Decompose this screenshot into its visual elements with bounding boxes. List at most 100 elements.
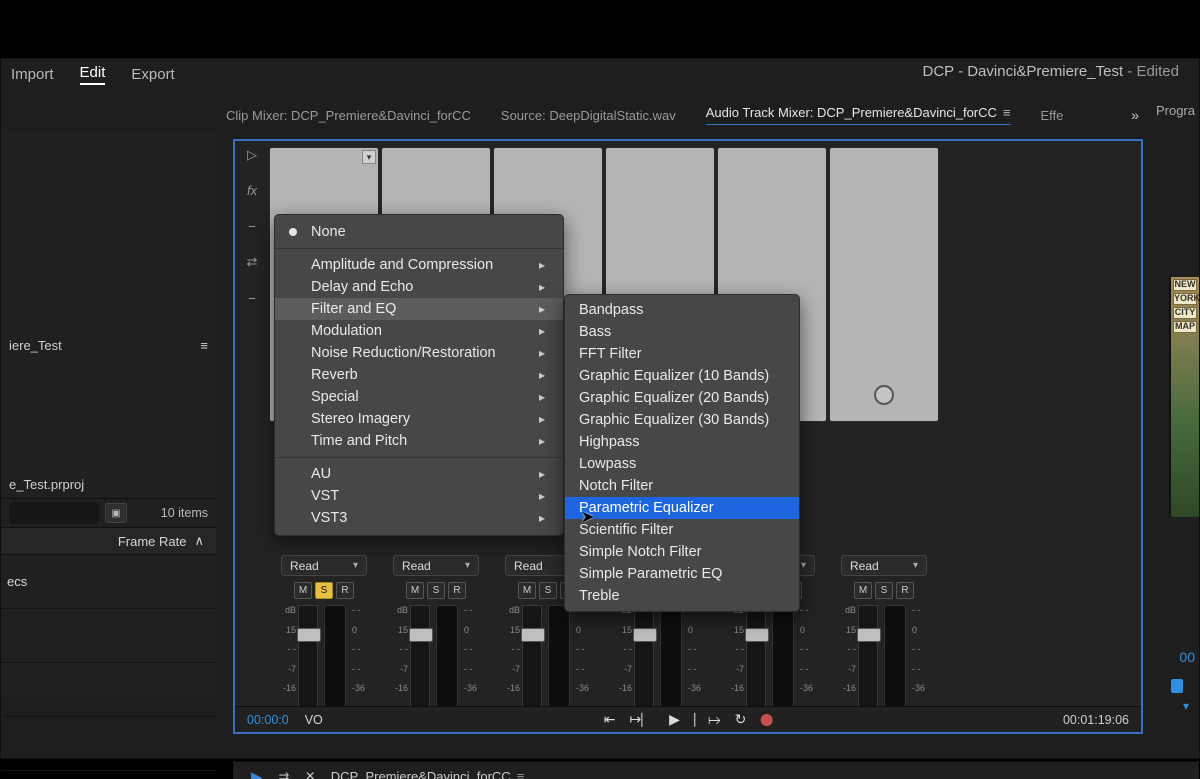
list-item[interactable] <box>1 663 216 717</box>
menu-item-au[interactable]: AU▸ <box>275 463 563 485</box>
submenu-arrow-icon: ▸ <box>513 368 545 382</box>
record-arm-button[interactable]: R <box>448 582 466 599</box>
column-header[interactable]: Frame Rate ∧ <box>1 527 216 555</box>
submenu-item[interactable]: Lowpass <box>565 453 799 475</box>
project-title: DCP - Davinci&Premiere_Test - Edited <box>923 63 1180 80</box>
volume-fader[interactable] <box>634 605 654 713</box>
submenu-item[interactable]: Simple Notch Filter <box>565 541 799 563</box>
menu-item[interactable]: Modulation▸ <box>275 320 563 342</box>
menu-item-vst[interactable]: VST▸ <box>275 485 563 507</box>
play-icon[interactable]: ▶ <box>669 711 680 728</box>
list-item[interactable] <box>1 717 216 771</box>
level-meter <box>324 605 346 713</box>
list-item[interactable]: Premiere to Davi <box>1 771 216 779</box>
selection-tool-icon[interactable]: ▶ <box>251 768 263 779</box>
tab-clip-mixer[interactable]: Clip Mixer: DCP_Premiere&Davinci_forCC <box>226 108 471 123</box>
show-sends-icon[interactable]: ▷ <box>247 147 257 163</box>
solo-button[interactable]: S <box>427 582 445 599</box>
mute-button[interactable]: M <box>406 582 424 599</box>
submenu-item[interactable]: FFT Filter <box>565 343 799 365</box>
list-item[interactable]: ecs <box>1 555 216 609</box>
submenu-item[interactable]: Notch Filter <box>565 475 799 497</box>
channel-strip: Read▾ M S R dB15- --7-16-∞ - -0- -- --36… <box>269 555 379 765</box>
volume-fader[interactable] <box>298 605 318 713</box>
automation-mode-dropdown[interactable]: Read▾ <box>393 555 479 576</box>
fader-handle[interactable] <box>521 628 545 642</box>
menu-item-filter-eq[interactable]: Filter and EQ▸ <box>275 298 563 320</box>
tab-effects[interactable]: Effe <box>1041 108 1064 123</box>
solo-button[interactable]: S <box>315 582 333 599</box>
solo-button[interactable]: S <box>875 582 893 599</box>
solo-button[interactable]: S <box>539 582 557 599</box>
tab-edit[interactable]: Edit <box>80 64 106 85</box>
volume-fader[interactable] <box>410 605 430 713</box>
sequence-menu-icon[interactable]: ≡ <box>517 769 525 779</box>
new-bin-icon[interactable]: ▣ <box>105 503 127 523</box>
bin-name[interactable]: iere_Test <box>9 338 62 353</box>
tab-export[interactable]: Export <box>131 66 174 83</box>
sends-icon[interactable]: ⇄ <box>247 254 258 270</box>
record-arm-button[interactable]: R <box>896 582 914 599</box>
menu-item-none[interactable]: None <box>275 221 563 243</box>
channel-slot[interactable] <box>829 147 939 422</box>
timecode-in[interactable]: 00:00:0 <box>247 713 289 727</box>
project-search-input[interactable] <box>9 502 99 524</box>
close-sequence-icon[interactable]: × <box>305 768 314 779</box>
menu-separator <box>275 457 563 458</box>
submenu-item[interactable]: Graphic Equalizer (30 Bands) <box>565 409 799 431</box>
volume-fader[interactable] <box>746 605 766 713</box>
fx-icon[interactable]: fx <box>247 183 257 198</box>
sort-up-icon[interactable]: ∧ <box>194 533 204 549</box>
tab-audio-track-mixer[interactable]: Audio Track Mixer: DCP_Premiere&Davinci_… <box>706 105 1011 125</box>
loop-icon[interactable]: ↻ <box>735 711 747 728</box>
fader-handle[interactable] <box>633 628 657 642</box>
submenu-item[interactable]: Bass <box>565 321 799 343</box>
submenu-item[interactable]: Bandpass <box>565 299 799 321</box>
record-icon[interactable] <box>760 714 772 726</box>
list-item[interactable] <box>1 609 216 663</box>
menu-item[interactable]: Amplitude and Compression▸ <box>275 254 563 276</box>
submenu-arrow-icon: ▸ <box>513 467 545 481</box>
pan-knob[interactable] <box>874 385 894 405</box>
record-arm-button[interactable]: R <box>336 582 354 599</box>
mute-button[interactable]: M <box>854 582 872 599</box>
menu-item[interactable]: Reverb▸ <box>275 364 563 386</box>
submenu-item[interactable]: Scientific Filter <box>565 519 799 541</box>
mute-button[interactable]: M <box>294 582 312 599</box>
automation-mode-dropdown[interactable]: Read▾ <box>841 555 927 576</box>
step-back-icon[interactable]: ↦⎸ <box>629 711 655 728</box>
fader-handle[interactable] <box>409 628 433 642</box>
tab-program[interactable]: Progra <box>1156 103 1195 118</box>
fader-handle[interactable] <box>297 628 321 642</box>
automation-mode-dropdown[interactable]: Read▾ <box>281 555 367 576</box>
submenu-item[interactable]: Highpass <box>565 431 799 453</box>
menu-item[interactable]: Delay and Echo▸ <box>275 276 563 298</box>
mute-button[interactable]: M <box>518 582 536 599</box>
menu-item-vst3[interactable]: VST3▸ <box>275 507 563 529</box>
menu-item[interactable]: Stereo Imagery▸ <box>275 408 563 430</box>
sequence-name[interactable]: DCP_Premiere&Davinci_forCC≡ <box>331 769 524 779</box>
submenu-item[interactable]: Graphic Equalizer (10 Bands) <box>565 365 799 387</box>
volume-fader[interactable] <box>522 605 542 713</box>
step-forward-icon[interactable]: ⎸↦ <box>694 711 721 728</box>
menu-item[interactable]: Time and Pitch▸ <box>275 430 563 452</box>
overflow-chevron-icon[interactable]: » <box>1131 107 1139 123</box>
fader-handle[interactable] <box>745 628 769 642</box>
hamburger-icon[interactable]: ≡ <box>200 338 208 353</box>
submenu-item[interactable]: Simple Parametric EQ <box>565 563 799 585</box>
submenu-item[interactable]: Treble <box>565 585 799 607</box>
submenu-item[interactable]: Graphic Equalizer (20 Bands) <box>565 387 799 409</box>
fader-handle[interactable] <box>857 628 881 642</box>
volume-fader[interactable] <box>858 605 878 713</box>
menu-item[interactable]: Noise Reduction/Restoration▸ <box>275 342 563 364</box>
tab-import[interactable]: Import <box>11 66 54 83</box>
playhead-marker-icon[interactable] <box>1171 679 1183 693</box>
submenu-item[interactable]: Parametric Equalizer <box>565 497 799 519</box>
fx-slot-dropdown-icon[interactable]: ▾ <box>362 150 376 164</box>
menu-item[interactable]: Special▸ <box>275 386 563 408</box>
panel-menu-icon[interactable]: ≡ <box>1003 105 1011 120</box>
panel-tabs: Clip Mixer: DCP_Premiere&Davinci_forCC S… <box>226 101 1139 129</box>
tab-source[interactable]: Source: DeepDigitalStatic.wav <box>501 108 676 123</box>
go-to-in-icon[interactable]: ⇤ <box>604 711 616 728</box>
ripple-tool-icon[interactable]: ⇉ <box>279 769 290 779</box>
